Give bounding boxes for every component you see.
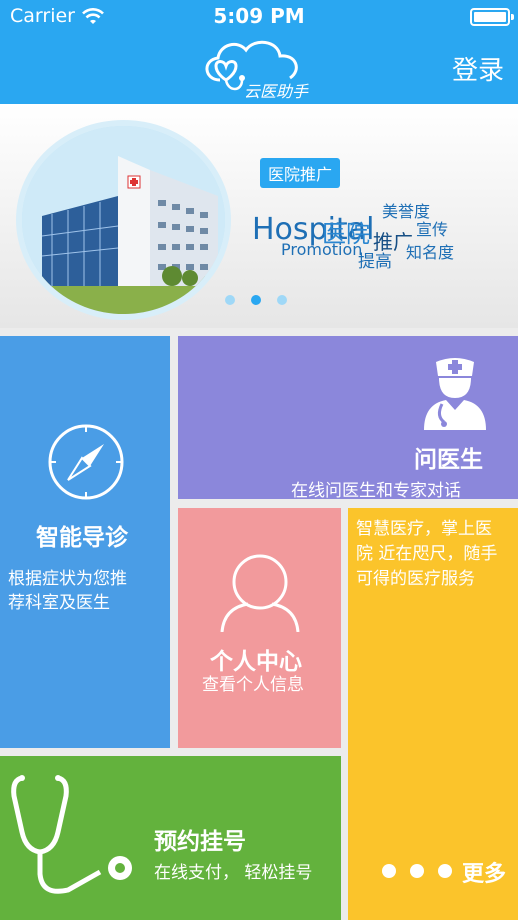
stethoscope-icon <box>11 775 132 894</box>
more-button[interactable]: 更多 <box>462 856 506 888</box>
tile-description: 在线支付， 轻松挂号 <box>154 863 313 883</box>
banner-word: Promotion <box>281 240 363 259</box>
tile-description: 根据症状为您推 <box>8 569 127 589</box>
promo-banner[interactable]: 医院推广 Hospital 医院 美誉度 宣传 推广 Promotion 提高 … <box>0 104 518 328</box>
carousel-indicator <box>225 290 303 309</box>
tile-description: 在线问医生和专家对话 <box>291 481 461 499</box>
doctor-icon <box>424 358 486 430</box>
tile-description: 查看个人信息 <box>202 675 304 695</box>
tile-title: 智能导诊 <box>36 525 128 551</box>
compass-icon <box>48 424 124 500</box>
tile-description: 可得的医疗服务 <box>356 569 475 589</box>
smart-medical-info-tile[interactable]: 智慧医疗，掌上医 院 近在咫尺，随手 可得的医疗服务 更多 <box>348 508 518 920</box>
battery-icon <box>470 8 514 26</box>
user-icon <box>220 554 300 632</box>
ask-doctor-tile[interactable]: 问医生 在线问医生和专家对话 <box>178 336 518 499</box>
page-dot[interactable] <box>277 295 287 305</box>
banner-word: 提高 <box>358 252 392 272</box>
tile-description: 院 近在咫尺，随手 <box>356 544 498 564</box>
tile-description: 智慧医疗，掌上医 <box>356 519 492 539</box>
tile-title: 预约挂号 <box>154 829 246 855</box>
banner-tag: 医院推广 <box>260 158 341 188</box>
more-dot <box>410 864 424 878</box>
app-header: 云医助手 登录 <box>0 34 518 104</box>
appointment-booking-tile[interactable]: 预约挂号 在线支付， 轻松挂号 <box>0 756 341 920</box>
more-dot <box>382 864 396 878</box>
more-dot <box>438 864 452 878</box>
tile-description: 荐科室及医生 <box>8 593 110 613</box>
page-dot[interactable] <box>225 295 235 305</box>
personal-center-tile[interactable]: 个人中心 查看个人信息 <box>178 508 341 748</box>
app-name: 云医助手 <box>244 82 309 101</box>
clock: 5:09 PM <box>213 4 305 28</box>
banner-word: 知名度 <box>406 243 455 262</box>
smart-triage-tile[interactable]: 智能导诊 根据症状为您推 荐科室及医生 <box>0 336 170 748</box>
page-dot-active[interactable] <box>251 295 261 305</box>
tile-title: 问医生 <box>414 447 483 473</box>
banner-word: 宣传 <box>416 220 449 239</box>
login-button[interactable]: 登录 <box>452 50 504 87</box>
hospital-building-image <box>16 120 231 320</box>
status-bar: Carrier 5:09 PM <box>0 0 518 34</box>
